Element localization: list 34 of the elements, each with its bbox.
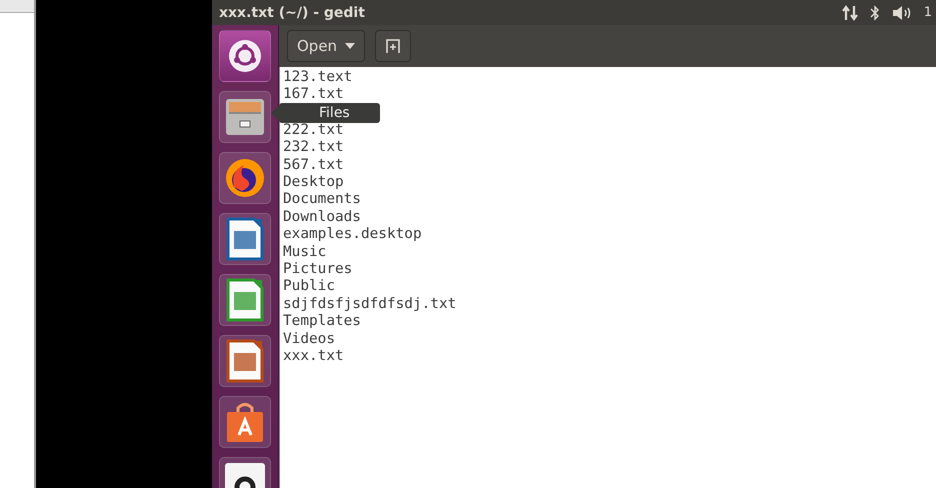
new-tab-icon: [385, 38, 402, 54]
file-cabinet-icon[interactable]: [225, 98, 265, 136]
text-line: 123.text: [283, 69, 354, 86]
window-title: xxx.txt (~/) - gedit: [219, 4, 366, 20]
text-line: examples.desktop: [283, 226, 423, 244]
text-line: sdjfdsfjsdfdfsdj.txt: [283, 296, 458, 314]
launcher-item[interactable]: [219, 30, 271, 82]
text-line: Pictures: [283, 261, 354, 278]
text-line: 567.txt: [283, 156, 345, 174]
text-line: 232.txt: [283, 139, 345, 157]
text-line: Templates: [283, 313, 362, 331]
text-line: Public: [283, 278, 336, 296]
launcher-item[interactable]: [219, 335, 271, 387]
open-button[interactable]: Open: [287, 30, 366, 62]
text-line: 167.txt: [283, 86, 345, 104]
text-line: Desktop: [283, 174, 345, 192]
text-document-icon[interactable]: [226, 217, 264, 261]
bluetooth-icon[interactable]: [870, 4, 880, 20]
clock-text[interactable]: 1: [924, 5, 932, 20]
tooltip: Files: [271, 102, 380, 123]
network-arrows-icon[interactable]: [842, 4, 858, 20]
text-line: xxx.txt: [283, 348, 345, 366]
text-line: Music: [283, 244, 328, 262]
caret-icon: [345, 43, 356, 49]
text-line: Downloads: [283, 208, 362, 226]
text-line: Videos: [283, 330, 336, 348]
text-line: Documents: [283, 191, 362, 209]
launcher-item[interactable]: [219, 213, 271, 265]
volume-icon[interactable]: [892, 4, 912, 20]
launcher-item[interactable]: [219, 274, 271, 326]
new-tab-button[interactable]: [375, 30, 412, 62]
text-line: 222.txt: [283, 122, 345, 140]
presentation-icon[interactable]: [226, 339, 264, 383]
spreadsheet-icon[interactable]: [226, 278, 264, 322]
